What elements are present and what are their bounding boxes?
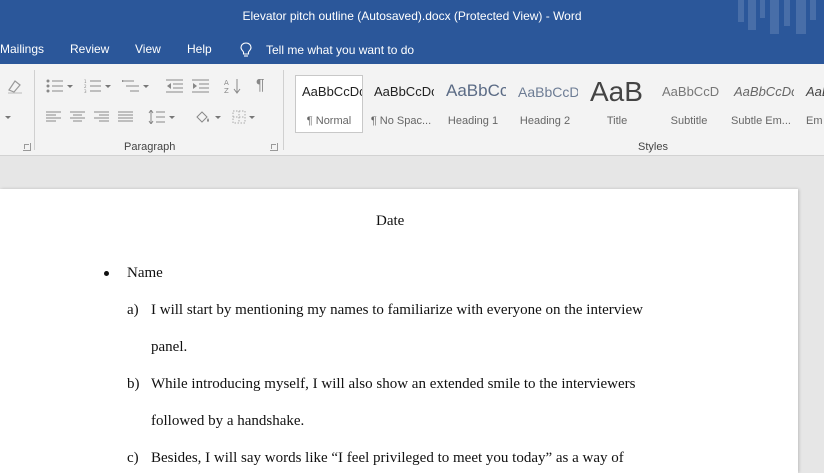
title-bar: Elevator pitch outline (Autosaved).docx …	[0, 0, 824, 34]
style-name: Heading 2	[519, 115, 571, 127]
paint-bucket-icon	[196, 111, 209, 123]
date-line: Date	[376, 213, 405, 229]
list-item-line: followed by a handshake.	[151, 413, 305, 429]
style-preview: AaB	[590, 76, 643, 107]
style-preview: AaBbCc	[446, 81, 506, 100]
style-emphasis[interactable]: AaBbCcDc Em	[800, 76, 824, 132]
list-marker: a)	[127, 302, 139, 318]
tell-me-search[interactable]: Tell me what you want to do	[240, 40, 414, 60]
show-formatting-button[interactable]: ¶	[256, 76, 265, 96]
clear-formatting-icon[interactable]	[6, 78, 24, 94]
group-separator	[283, 70, 284, 150]
bullet-name: Name	[127, 265, 163, 281]
style-title[interactable]: AaB Title	[584, 76, 650, 132]
decrease-indent-button[interactable]	[166, 76, 184, 96]
chevron-down-icon	[249, 115, 255, 119]
ribbon: 1 2 3 A Z ¶ Paragraph AaBbCcDc ¶ Normal …	[0, 64, 824, 156]
bullet-icon	[104, 271, 109, 276]
style-name: ¶ No Spac...	[370, 115, 432, 127]
style-preview: AaBbCcDc	[374, 84, 434, 99]
align-left-icon	[46, 111, 61, 122]
style-no-spacing[interactable]: AaBbCcDc ¶ No Spac...	[368, 76, 434, 132]
align-center-icon	[70, 111, 85, 122]
align-left-button[interactable]	[46, 107, 62, 127]
chevron-down-icon	[105, 84, 111, 88]
styles-gallery: AaBbCcDc ¶ Normal AaBbCcDc ¶ No Spac... …	[292, 70, 824, 134]
list-item-line: While introducing myself, I will also sh…	[151, 376, 636, 392]
chevron-down-icon[interactable]	[5, 116, 11, 119]
list-item-line: panel.	[151, 339, 188, 355]
numbering-icon: 1 2 3	[84, 79, 101, 93]
chevron-down-icon	[215, 115, 221, 119]
styles-group-label: Styles	[638, 141, 668, 153]
pilcrow-icon: ¶	[256, 77, 265, 94]
borders-icon	[232, 110, 246, 124]
svg-text:3: 3	[84, 89, 87, 93]
title-bar-decoration	[734, 0, 824, 34]
font-group-launcher-icon[interactable]	[23, 143, 31, 151]
document-workspace[interactable]: Date Name a) I will start by mentioning …	[0, 157, 824, 473]
style-name: ¶ Normal	[306, 115, 352, 127]
style-heading-2[interactable]: AaBbCcD Heading 2	[512, 76, 578, 132]
chevron-down-icon	[67, 84, 73, 88]
tab-view[interactable]: View	[135, 42, 161, 56]
list-item-line: Besides, I will say words like “I feel p…	[151, 450, 624, 466]
style-subtitle[interactable]: AaBbCcD Subtitle	[656, 76, 722, 132]
line-spacing-icon	[148, 110, 165, 124]
justify-icon	[118, 111, 133, 122]
numbering-button[interactable]: 1 2 3	[84, 76, 111, 96]
style-name: Subtitle	[670, 115, 708, 127]
decrease-indent-icon	[166, 79, 183, 93]
multilevel-list-button[interactable]	[122, 76, 149, 96]
increase-indent-icon	[192, 79, 209, 93]
line-spacing-button[interactable]	[148, 107, 175, 127]
style-name: Em	[806, 115, 823, 127]
style-name: Title	[606, 115, 628, 127]
list-item-line: I will start by mentioning my names to f…	[151, 302, 643, 318]
bullets-icon	[46, 79, 63, 93]
style-preview: AaBbCcD	[518, 84, 578, 100]
style-preview: AaBbCcDc	[302, 84, 362, 99]
style-subtle-emphasis[interactable]: AaBbCcDc Subtle Em...	[728, 76, 794, 132]
group-separator	[34, 70, 35, 150]
tab-help[interactable]: Help	[187, 42, 212, 56]
chevron-down-icon	[143, 84, 149, 88]
paragraph-group-launcher-icon[interactable]	[270, 143, 278, 151]
style-name: Subtle Em...	[731, 115, 791, 127]
lightbulb-icon	[240, 42, 252, 57]
document-page[interactable]: Date Name a) I will start by mentioning …	[0, 189, 798, 473]
tab-review[interactable]: Review	[70, 42, 109, 56]
style-preview: AaBbCcDc	[806, 84, 824, 99]
style-preview: AaBbCcDc	[734, 84, 794, 99]
style-preview: AaBbCcD	[662, 84, 720, 99]
sort-button[interactable]: A Z	[224, 76, 242, 96]
align-right-button[interactable]	[94, 107, 110, 127]
align-right-icon	[94, 111, 109, 122]
list-marker: b)	[127, 376, 140, 392]
style-normal[interactable]: AaBbCcDc ¶ Normal	[295, 75, 363, 133]
shading-button[interactable]	[194, 107, 221, 127]
increase-indent-button[interactable]	[192, 76, 210, 96]
style-name: Heading 1	[447, 115, 499, 127]
borders-button[interactable]	[232, 107, 255, 127]
window-title: Elevator pitch outline (Autosaved).docx …	[242, 9, 582, 23]
chevron-down-icon	[169, 115, 175, 119]
svg-text:Z: Z	[224, 87, 229, 94]
multilevel-list-icon	[122, 80, 139, 92]
tell-me-label: Tell me what you want to do	[266, 43, 415, 57]
ribbon-tabs: Mailings Review View Help Tell me what y…	[0, 34, 824, 64]
list-marker: c)	[127, 450, 139, 466]
align-center-button[interactable]	[70, 107, 86, 127]
style-heading-1[interactable]: AaBbCc Heading 1	[440, 76, 506, 132]
sort-icon: A Z	[224, 79, 241, 94]
paragraph-group-label: Paragraph	[124, 141, 176, 153]
tab-mailings[interactable]: Mailings	[0, 42, 44, 56]
bullets-button[interactable]	[46, 76, 73, 96]
justify-button[interactable]	[118, 107, 134, 127]
svg-text:A: A	[224, 79, 229, 87]
